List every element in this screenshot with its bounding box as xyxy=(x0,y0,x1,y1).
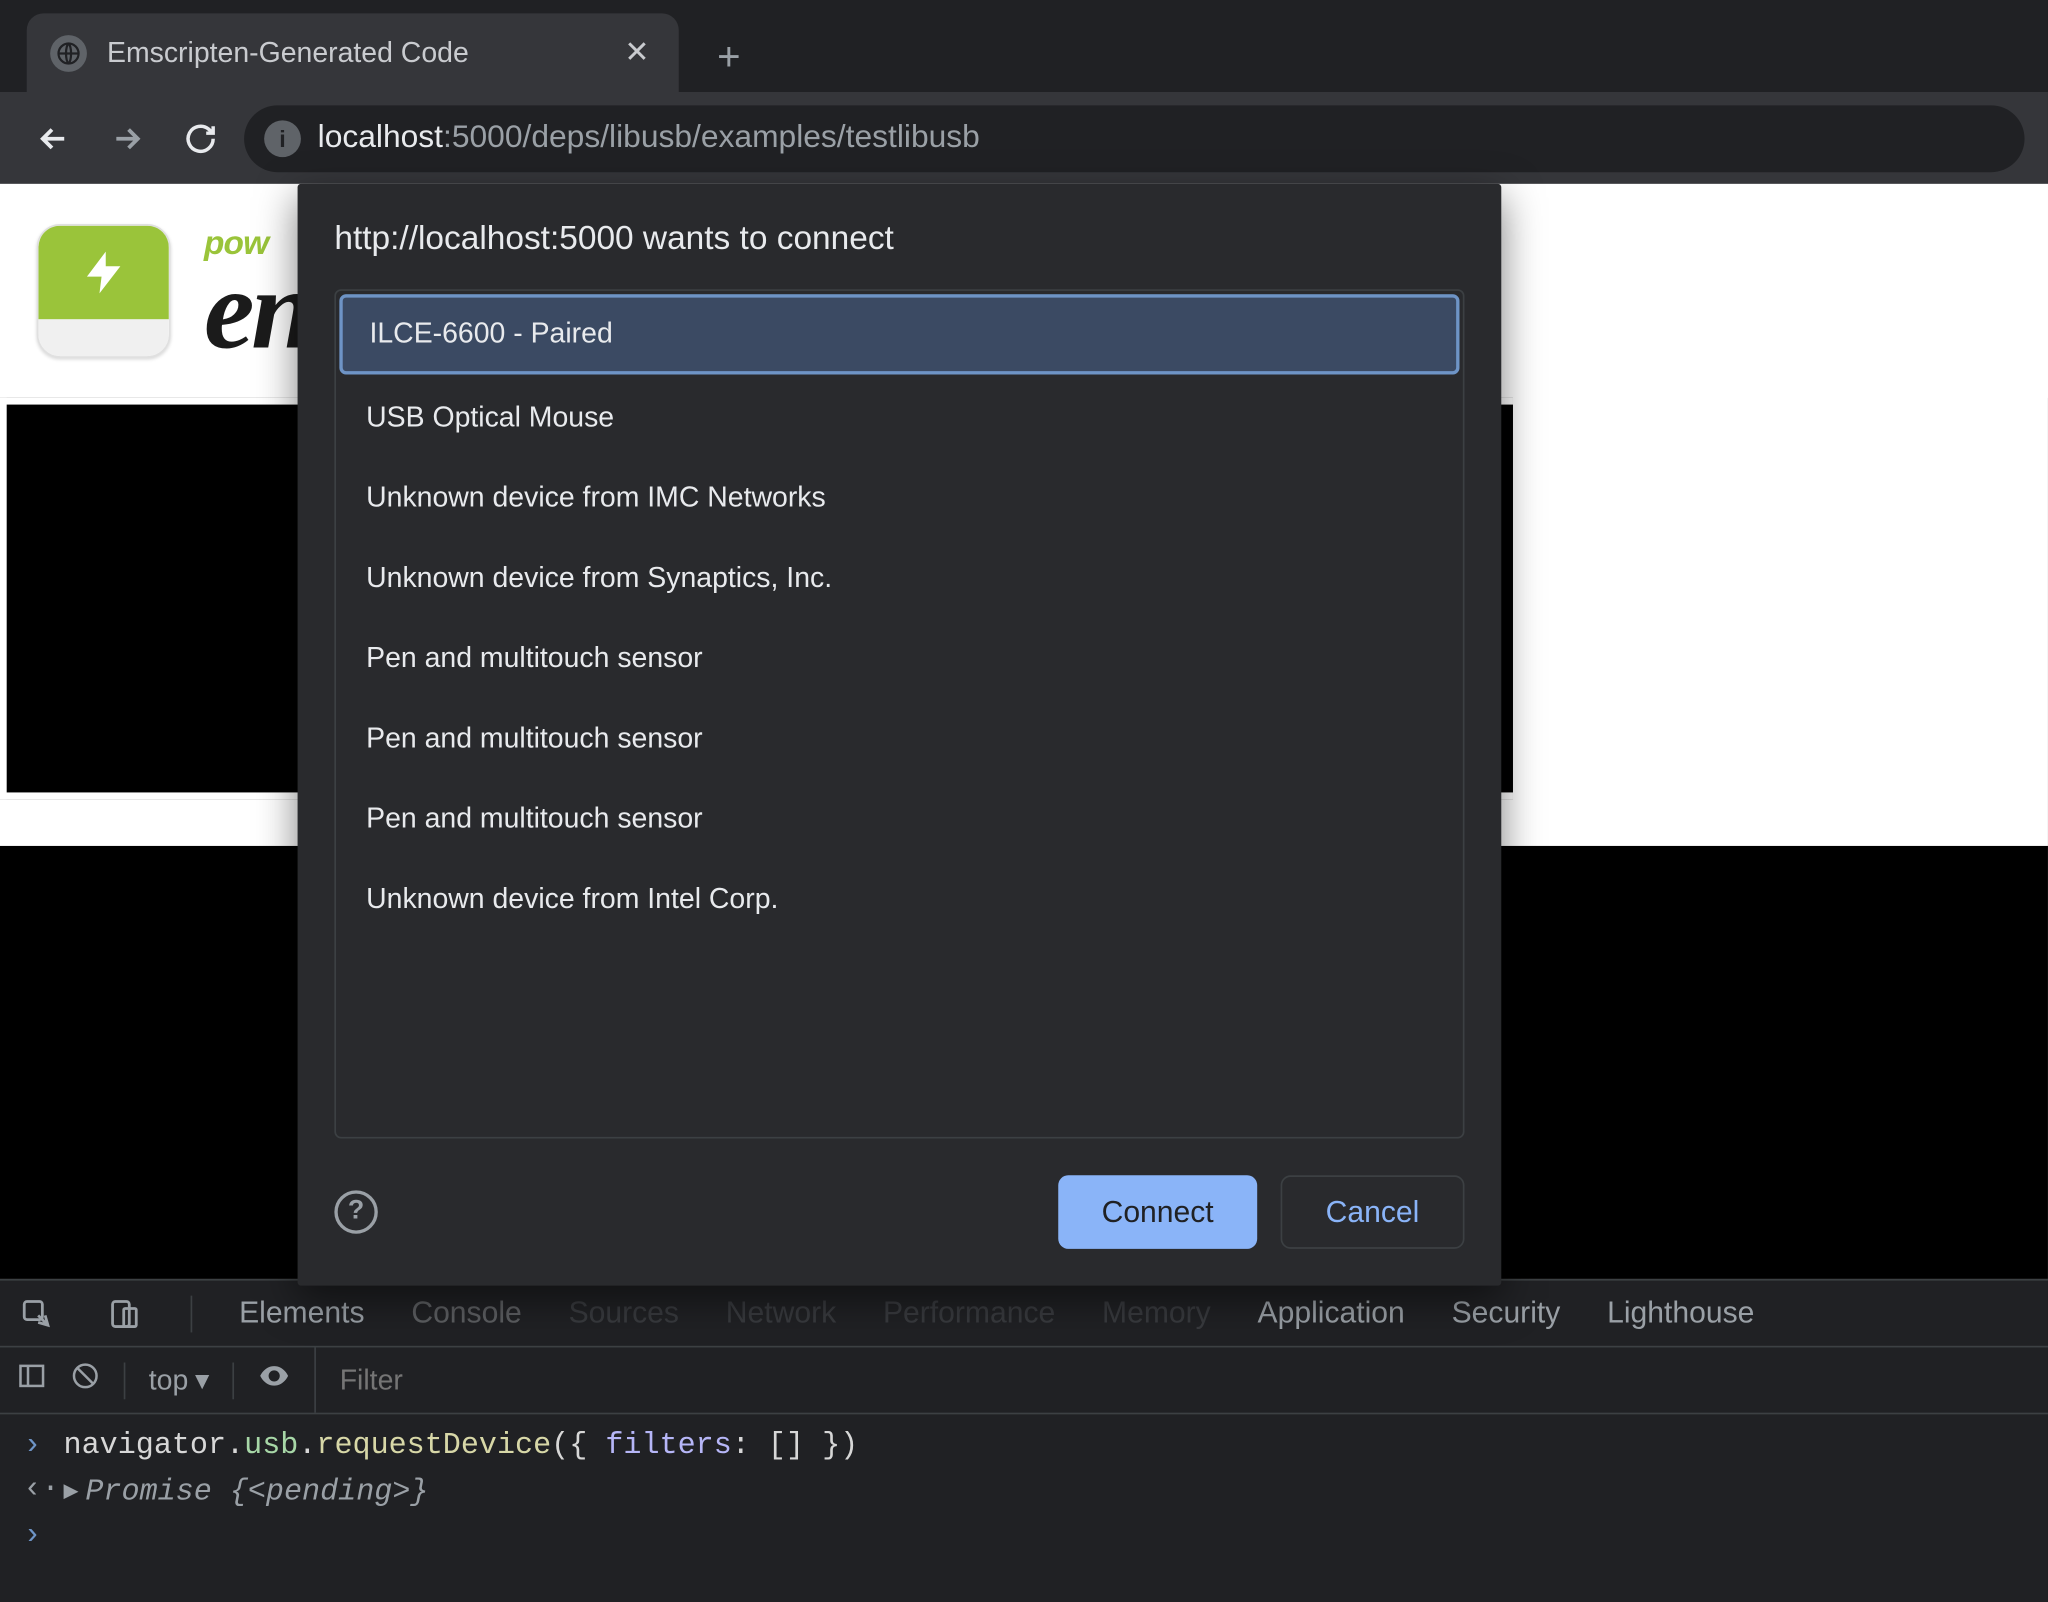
sidebar-toggle-icon[interactable] xyxy=(17,1361,47,1399)
device-option[interactable]: ILCE-6600 - Paired xyxy=(339,294,1459,374)
console-toolbar: top ▾ xyxy=(0,1347,2048,1414)
device-toggle-icon[interactable] xyxy=(104,1296,144,1329)
device-option[interactable]: Pen and multitouch sensor xyxy=(336,699,1463,779)
devtools-tabstrip: Elements Console Sources Network Perform… xyxy=(0,1281,2048,1348)
globe-icon xyxy=(50,34,87,71)
browser-tab[interactable]: Emscripten-Generated Code ✕ xyxy=(27,13,679,92)
reload-button[interactable] xyxy=(171,108,231,168)
close-tab-icon[interactable]: ✕ xyxy=(619,35,656,70)
devtools-tab-lighthouse[interactable]: Lighthouse xyxy=(1607,1296,1754,1331)
browser-toolbar: i localhost:5000/deps/libusb/examples/te… xyxy=(0,92,2048,184)
context-selector[interactable]: top ▾ xyxy=(149,1363,209,1396)
devtools-panel: Elements Console Sources Network Perform… xyxy=(0,1279,2048,1602)
url-text: localhost:5000/deps/libusb/examples/test… xyxy=(318,120,980,157)
console-output-line: ▸Promise {<pending>} xyxy=(64,1473,429,1510)
devtools-tab-performance[interactable]: Performance xyxy=(883,1296,1055,1331)
cancel-button[interactable]: Cancel xyxy=(1281,1175,1465,1249)
site-info-icon[interactable]: i xyxy=(264,120,301,157)
emscripten-icon xyxy=(37,224,171,358)
new-tab-button[interactable]: + xyxy=(695,25,762,92)
device-option[interactable]: USB Optical Mouse xyxy=(336,378,1463,458)
console-output: › navigator.usb.requestDevice({ filters:… xyxy=(0,1414,2048,1602)
device-option[interactable]: Pen and multitouch sensor xyxy=(336,619,1463,699)
device-list: ILCE-6600 - Paired USB Optical Mouse Unk… xyxy=(334,289,1464,1138)
devtools-tab-sources[interactable]: Sources xyxy=(569,1296,679,1331)
help-icon[interactable]: ? xyxy=(334,1190,377,1233)
tab-strip: Emscripten-Generated Code ✕ + xyxy=(0,0,2048,92)
eye-icon[interactable] xyxy=(258,1359,291,1401)
device-option[interactable]: Unknown device from IMC Networks xyxy=(336,458,1463,538)
console-filter-input[interactable] xyxy=(315,1347,2032,1412)
devtools-tab-elements[interactable]: Elements xyxy=(239,1296,364,1331)
connect-button[interactable]: Connect xyxy=(1058,1175,1257,1249)
usb-permission-dialog: http://localhost:5000 wants to connect I… xyxy=(298,184,1502,1286)
chevron-down-icon: ▾ xyxy=(195,1363,209,1396)
device-option[interactable]: Pen and multitouch sensor xyxy=(336,779,1463,859)
back-button[interactable] xyxy=(23,108,83,168)
devtools-tab-security[interactable]: Security xyxy=(1452,1296,1561,1331)
devtools-tab-memory[interactable]: Memory xyxy=(1102,1296,1211,1331)
devtools-tab-network[interactable]: Network xyxy=(726,1296,836,1331)
devtools-tab-console[interactable]: Console xyxy=(411,1296,521,1331)
forward-button[interactable] xyxy=(97,108,157,168)
input-gutter-icon: › xyxy=(23,1429,46,1462)
address-bar[interactable]: i localhost:5000/deps/libusb/examples/te… xyxy=(244,104,2024,171)
logo-text-large: en xyxy=(204,265,311,356)
inspect-icon[interactable] xyxy=(17,1296,57,1329)
device-option[interactable]: Unknown device from Synaptics, Inc. xyxy=(336,538,1463,618)
clear-console-icon[interactable] xyxy=(70,1361,100,1399)
devtools-tab-application[interactable]: Application xyxy=(1258,1296,1405,1331)
tab-title: Emscripten-Generated Code xyxy=(107,36,599,69)
prompt-gutter-icon[interactable]: › xyxy=(23,1520,46,1553)
console-input-line: navigator.usb.requestDevice({ filters: [… xyxy=(64,1429,859,1462)
device-option[interactable]: Unknown device from Intel Corp. xyxy=(336,859,1463,939)
output-gutter-icon: ‹· xyxy=(23,1473,46,1506)
dialog-prompt: http://localhost:5000 wants to connect xyxy=(334,221,1464,259)
